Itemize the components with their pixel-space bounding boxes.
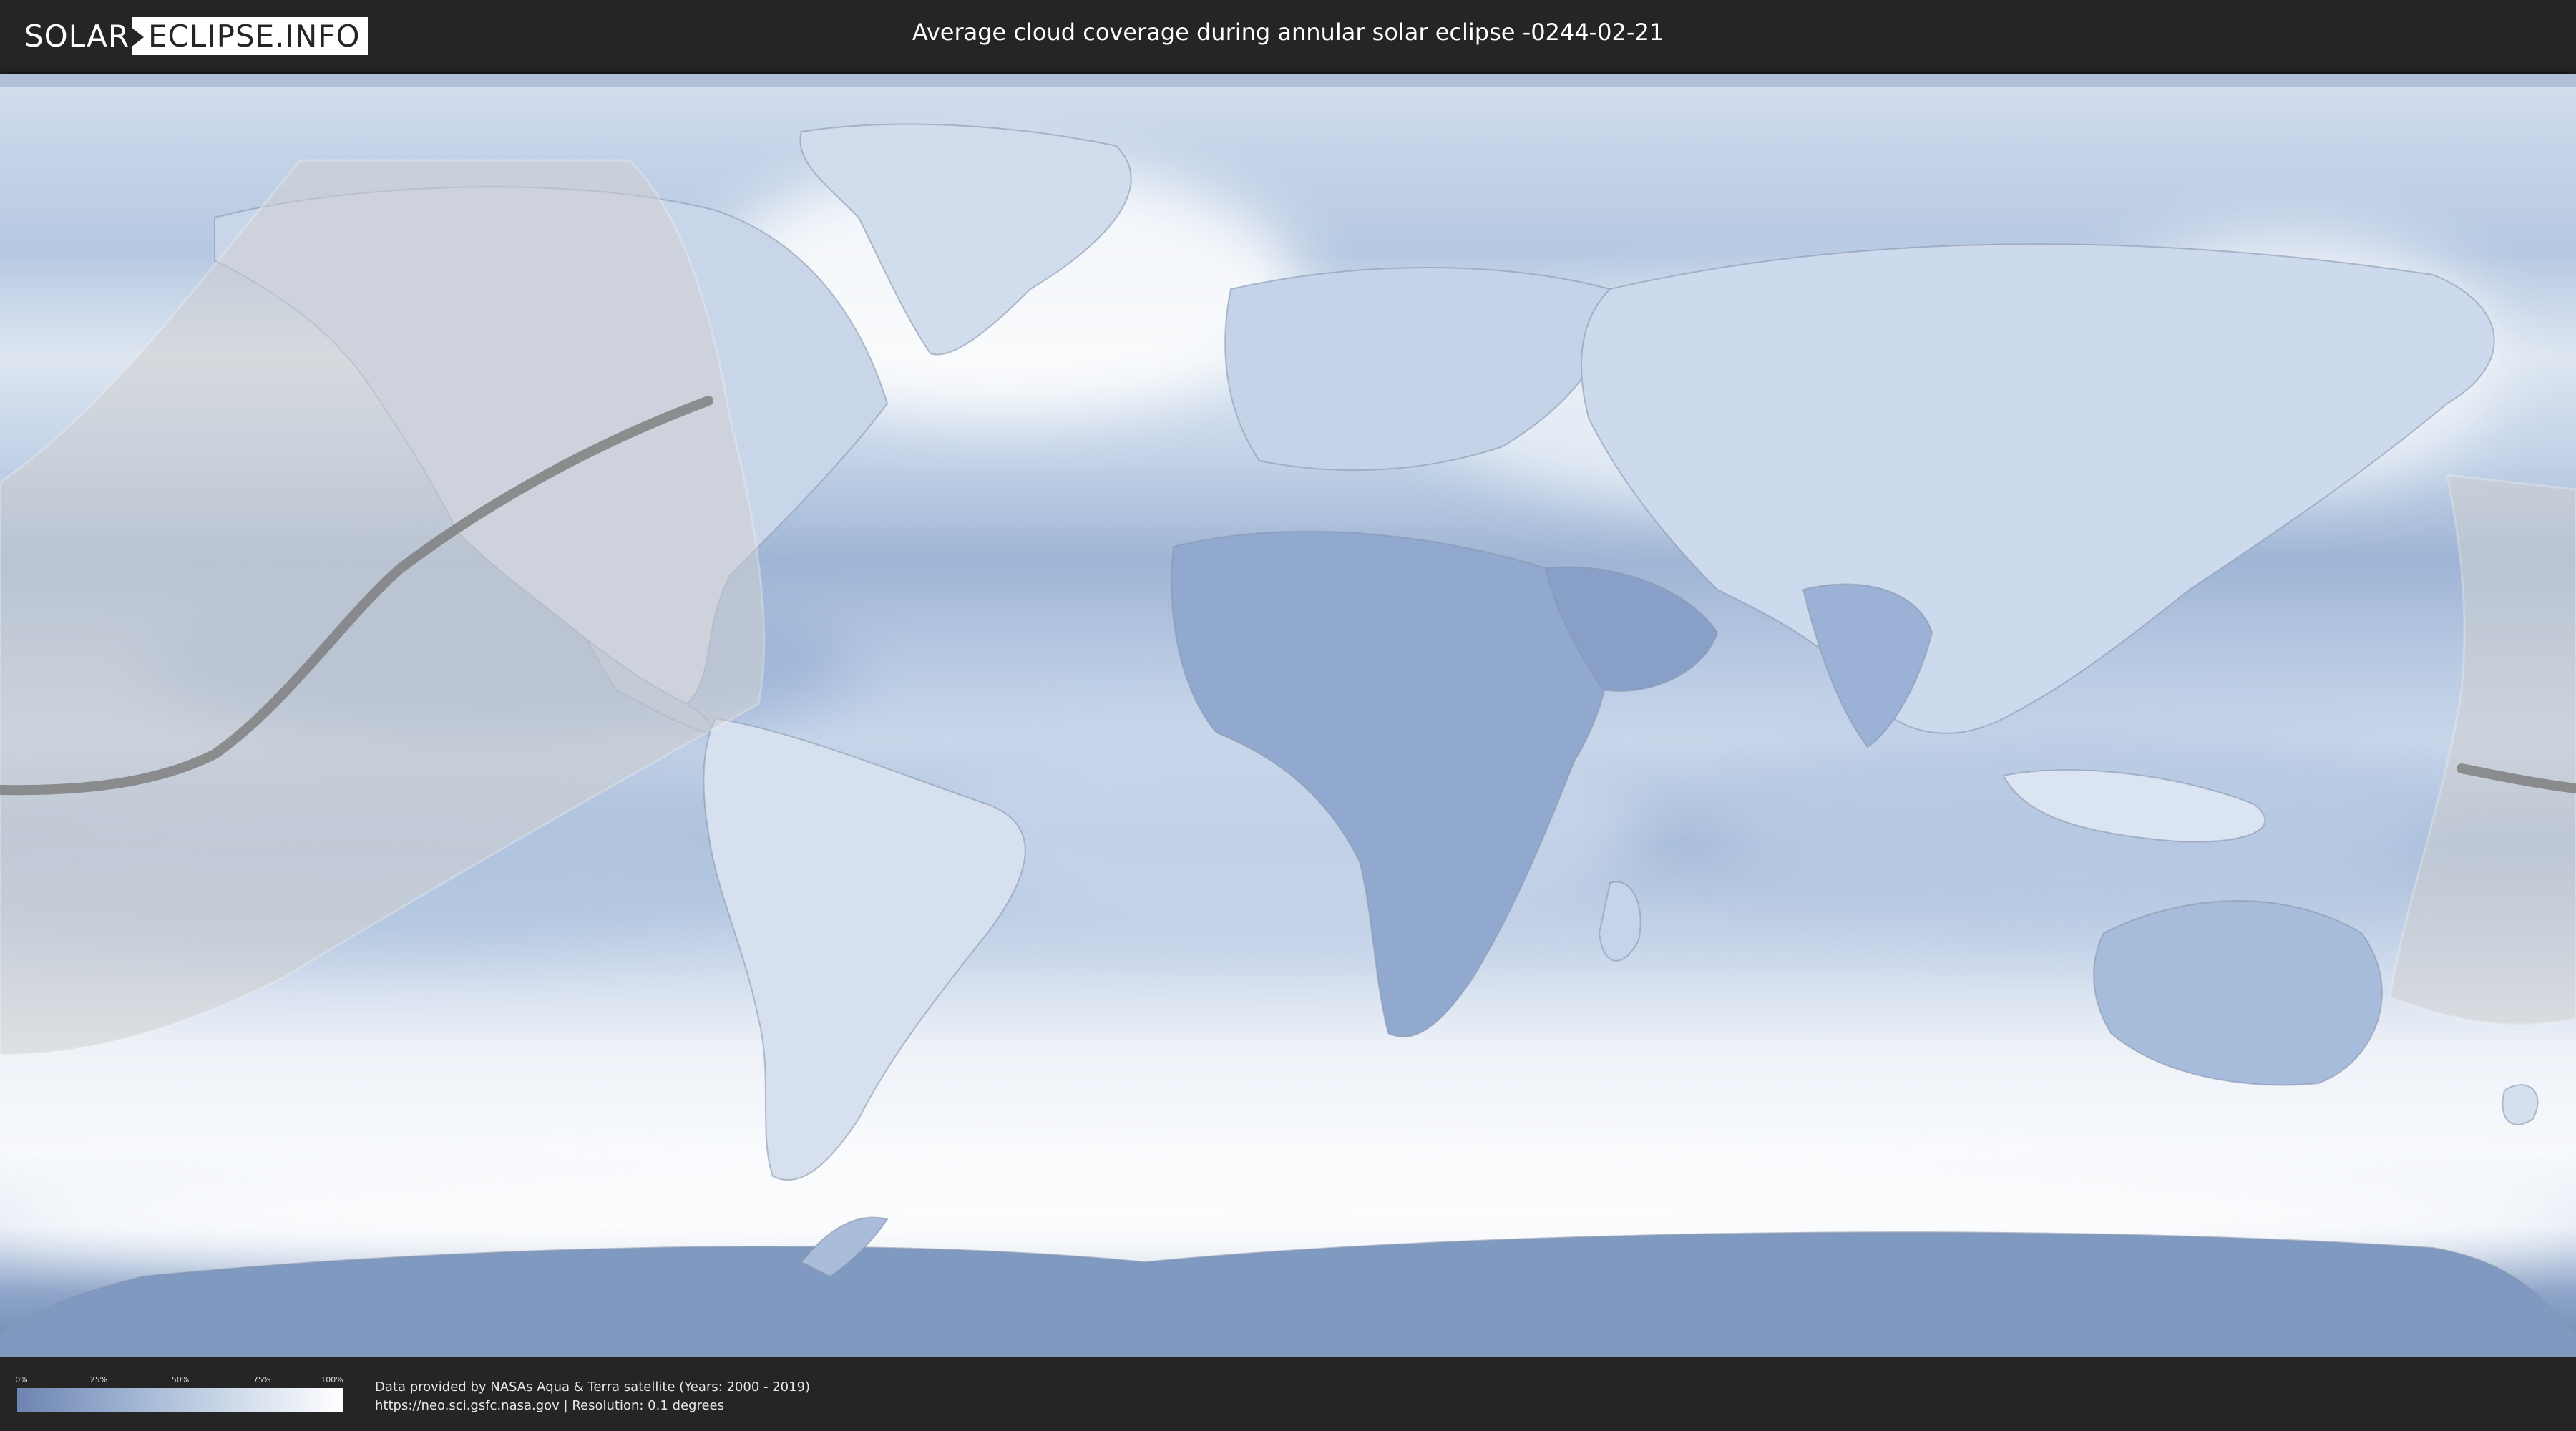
legend-label-25: 25% — [89, 1375, 108, 1384]
cloud-coverage-map — [0, 74, 2576, 1357]
legend-label-100: 100% — [321, 1375, 343, 1384]
cloud-coverage-legend: 0% 25% 50% 75% 100% — [15, 1375, 343, 1415]
legend-labels: 0% 25% 50% 75% 100% — [15, 1375, 343, 1385]
legend-color-bar — [17, 1388, 343, 1412]
header-bar: SOLAR ECLIPSE.INFO Average cloud coverag… — [0, 0, 2576, 72]
data-credits: Data provided by NASAs Aqua & Terra sate… — [375, 1378, 810, 1415]
legend-label-50: 50% — [171, 1375, 190, 1384]
new-zealand — [2502, 1084, 2539, 1125]
credit-line: Data provided by NASAs Aqua & Terra sate… — [375, 1379, 811, 1395]
world-map-svg — [0, 74, 2576, 1357]
source-line: https://neo.sci.gsfc.nasa.gov | Resoluti… — [375, 1398, 724, 1413]
page: SOLAR ECLIPSE.INFO Average cloud coverag… — [0, 0, 2576, 1431]
map-top-shade — [0, 74, 2576, 87]
legend-label-0: 0% — [15, 1375, 28, 1384]
page-title: Average cloud coverage during annular so… — [912, 19, 1664, 46]
legend-label-75: 75% — [253, 1375, 271, 1384]
